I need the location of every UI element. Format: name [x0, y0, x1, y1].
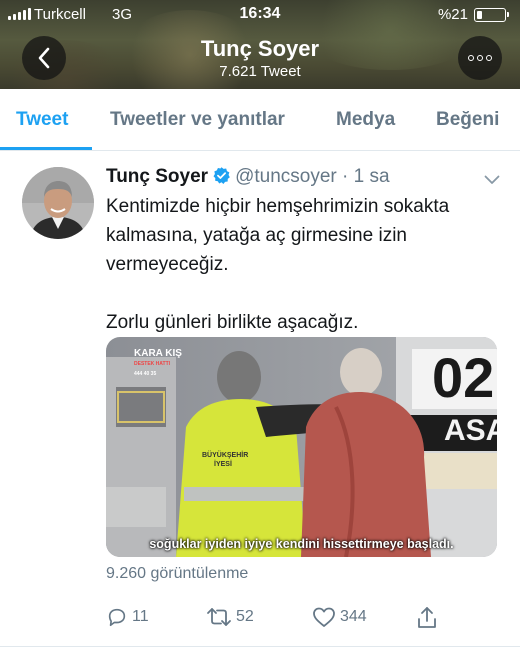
like-button[interactable]: 344	[312, 606, 367, 628]
divider	[0, 646, 520, 647]
more-button[interactable]	[458, 36, 502, 80]
logo-subtitle: DESTEK HATTI	[134, 361, 171, 367]
share-button[interactable]	[416, 606, 442, 630]
chevron-down-icon	[484, 175, 500, 184]
separator-dot: ·	[342, 166, 349, 187]
tweet-menu-button[interactable]	[484, 172, 500, 190]
truck-text: ASA	[444, 414, 497, 447]
video-caption: soğuklar iyiden iyiye kendini hissettirm…	[149, 537, 454, 551]
retweet-button[interactable]: 52	[206, 606, 254, 628]
truck-number: 02	[432, 346, 495, 409]
tweet-media[interactable]: KARA KIŞ DESTEK HATTI 444 40 35 BÜYÜKŞEH…	[106, 337, 497, 557]
heart-icon	[313, 607, 335, 627]
tab-tweet[interactable]: Tweet	[16, 109, 68, 131]
logo-title: KARA KIŞ	[134, 348, 182, 359]
profile-header: Turkcell 3G 16:34 %21 Tunç Soyer 7.621 T…	[0, 0, 520, 89]
battery-percent: %21	[437, 6, 468, 23]
share-icon	[418, 607, 436, 628]
tab-likes[interactable]: Beğeni	[436, 109, 499, 131]
like-count: 344	[340, 608, 367, 625]
retweet-icon	[207, 608, 231, 626]
tweet-text: Kentimizde hiçbir hemşehrimizin sokakta …	[106, 196, 450, 333]
profile-tabs: Tweet Tweetler ve yanıtlar Medya Beğeni	[0, 89, 520, 151]
view-count[interactable]: 9.260 görüntülenme	[106, 565, 248, 583]
video-logo: KARA KIŞ DESTEK HATTI 444 40 35	[134, 349, 182, 379]
author-handle[interactable]: @tuncsoyer	[235, 166, 337, 187]
header-title: Tunç Soyer	[200, 36, 320, 61]
tab-tweets-and-replies[interactable]: Tweetler ve yanıtlar	[110, 109, 285, 131]
retweet-count: 52	[236, 608, 254, 625]
tweet-header: Tunç Soyer @tuncsoyer · 1 sa	[106, 166, 506, 192]
reply-button[interactable]: 11	[106, 606, 149, 628]
tab-media[interactable]: Medya	[336, 109, 395, 131]
tweet-actions: 11 52 344	[106, 606, 506, 634]
author-name[interactable]: Tunç Soyer	[106, 166, 208, 187]
more-dots-icon	[468, 55, 474, 61]
status-bar: Turkcell 3G 16:34 %21	[0, 0, 520, 28]
reply-icon	[108, 608, 126, 627]
tweet-count: 7.621 Tweet	[219, 63, 301, 80]
active-tab-indicator	[0, 147, 92, 150]
logo-phone: 444 40 35	[134, 371, 157, 377]
vest-text: BÜYÜKŞEHİR İYESİ	[202, 452, 249, 468]
avatar[interactable]	[22, 167, 94, 239]
reply-count: 11	[132, 608, 149, 625]
verified-badge-icon	[212, 166, 231, 191]
battery-icon	[474, 8, 509, 22]
tweet-time[interactable]: 1 sa	[354, 166, 390, 187]
